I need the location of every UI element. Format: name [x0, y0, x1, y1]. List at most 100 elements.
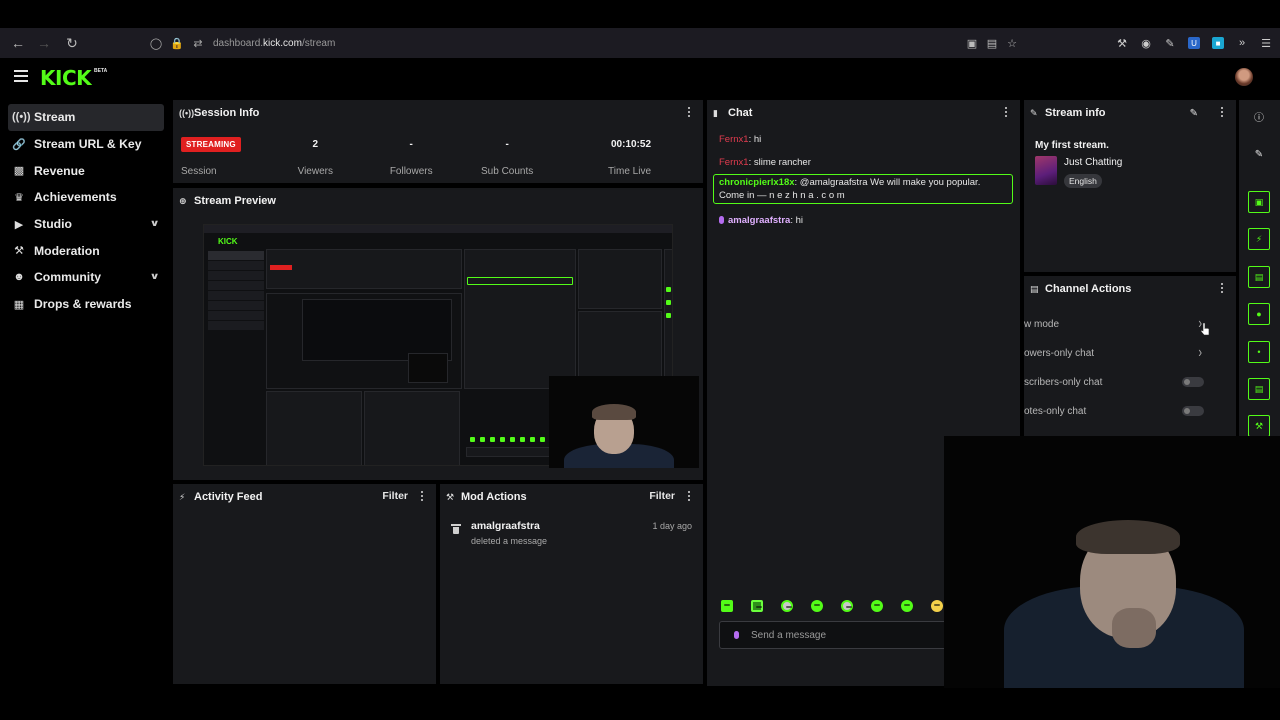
subscribers-only-toggle[interactable]: [1182, 377, 1204, 387]
people-icon: ☻: [13, 271, 25, 284]
chevron-down-icon[interactable]: ∨: [149, 271, 159, 282]
channel-action-label: scribers-only chat: [1024, 376, 1103, 388]
chat-message-highlighted: chronicpierlx18x: @amalgraafstra We will…: [713, 174, 1013, 204]
broadcast-icon: ((•)): [179, 108, 195, 118]
panel-title: Channel Actions: [1045, 283, 1132, 295]
emote-icon[interactable]: [811, 600, 823, 612]
avatar[interactable]: [1235, 68, 1253, 86]
more-options-icon[interactable]: [1005, 107, 1008, 117]
edit-pencil-icon[interactable]: ✎: [1190, 108, 1198, 119]
right-toolbar: ⓘ ✎ ▣ ⚡ ▤ ● • ▤ ⚒: [1239, 100, 1280, 437]
mod-action-user[interactable]: amalgraafstra: [471, 520, 547, 532]
channel-action-followers-only[interactable]: owers-only chat ›: [1024, 343, 1236, 363]
sidebar-item-stream[interactable]: ((•)) Stream: [8, 104, 164, 131]
chevron-down-icon[interactable]: ∨: [149, 218, 159, 229]
target-icon[interactable]: ▣: [1248, 191, 1270, 213]
sidebar-item-stream-url-key[interactable]: 🔗 Stream URL & Key: [8, 131, 164, 158]
microphone-icon: [734, 631, 739, 639]
emote-icon[interactable]: [931, 600, 943, 612]
menu-icon[interactable]: ☰: [1260, 37, 1272, 50]
tools-icon[interactable]: ⚒: [1116, 37, 1128, 50]
sidebar-item-achievements[interactable]: ♛ Achievements: [8, 184, 164, 211]
broadcast-icon[interactable]: •: [1248, 341, 1270, 363]
filter-button[interactable]: Filter: [649, 490, 675, 502]
panel-title: Activity Feed: [194, 491, 263, 503]
chat-username[interactable]: Fernx1: [719, 134, 749, 145]
emotes-only-toggle[interactable]: [1182, 406, 1204, 416]
forward-button[interactable]: →: [32, 31, 56, 55]
chat-bubble-icon: ▮: [713, 107, 718, 118]
info-icon[interactable]: ⓘ: [1248, 105, 1270, 127]
stat-value: 00:10:52: [610, 138, 652, 150]
session-stats: STREAMING Session 2 Viewers - Followers …: [181, 135, 695, 177]
channel-action-emotes-only[interactable]: otes-only chat: [1024, 401, 1236, 421]
stat-value: 2: [312, 138, 319, 150]
sidebar: ((•)) Stream 🔗 Stream URL & Key ▩ Revenue ♛…: [8, 104, 164, 318]
document-icon[interactable]: ▤: [1248, 266, 1270, 288]
emote-icon[interactable]: [721, 600, 733, 612]
sidebar-item-revenue[interactable]: ▩ Revenue: [8, 157, 164, 184]
lightning-icon[interactable]: ⚡: [1248, 228, 1270, 250]
sidebar-item-drops-rewards[interactable]: ▦ Drops & rewards: [8, 291, 164, 318]
emote-icon[interactable]: [841, 600, 853, 612]
chat-bubble-icon[interactable]: ●: [1248, 303, 1270, 325]
stream-category[interactable]: Just Chatting: [1064, 157, 1122, 168]
sidebar-item-label: Stream URL & Key: [34, 137, 142, 152]
panel-title: Session Info: [194, 107, 260, 119]
app-header: KICK BETA: [0, 58, 1280, 98]
stream-info-panel: ✎ Stream info ✎ My first stream. Just Ch…: [1024, 100, 1236, 272]
chat-text: : slime rancher: [748, 157, 811, 168]
panel-title: Stream info: [1045, 107, 1106, 119]
hamburger-menu-icon[interactable]: [14, 70, 28, 82]
more-options-icon[interactable]: [421, 491, 424, 501]
wrench-icon[interactable]: ⚒: [1248, 415, 1270, 437]
stat-label: Session: [181, 166, 217, 177]
preview-webcam: [549, 376, 699, 468]
lightning-icon: ⚡: [179, 491, 186, 502]
chevron-right-icon[interactable]: ›: [1198, 345, 1202, 362]
mod-action-time: 1 day ago: [652, 521, 692, 531]
account-icon[interactable]: ◉: [1140, 37, 1152, 50]
sidebar-item-moderation[interactable]: ⚒ Moderation: [8, 237, 164, 264]
channel-action-subscribers-only[interactable]: scribers-only chat: [1024, 372, 1236, 392]
extensions-icon[interactable]: ✎: [1164, 37, 1176, 50]
url-text[interactable]: dashboard.kick.com/stream: [213, 38, 335, 49]
bookmark-star-icon[interactable]: ☆: [1006, 37, 1018, 50]
kick-logo[interactable]: KICK: [40, 66, 92, 90]
extension-icon[interactable]: ■: [1212, 37, 1224, 49]
reload-button[interactable]: ↻: [60, 31, 84, 55]
sidebar-item-community[interactable]: ☻ Community ∨: [8, 264, 164, 291]
filter-button[interactable]: Filter: [382, 490, 408, 502]
chart-icon: ▩: [13, 165, 25, 178]
picture-in-picture-icon[interactable]: ▣: [966, 37, 978, 50]
emote-icon[interactable]: [901, 600, 913, 612]
emote-icon[interactable]: [871, 600, 883, 612]
sidebar-item-label: Achievements: [34, 190, 117, 205]
pencil-icon[interactable]: ✎: [1248, 143, 1270, 165]
crosshair-icon: ⊕: [179, 195, 187, 206]
more-options-icon[interactable]: [1221, 107, 1224, 117]
back-button[interactable]: ←: [6, 31, 30, 55]
chat-username[interactable]: Fernx1: [719, 157, 749, 168]
more-options-icon[interactable]: [688, 107, 691, 117]
channel-actions-panel: ▤ Channel Actions w mode › owers-only cha…: [1024, 276, 1236, 436]
sidebar-item-label: Community: [34, 270, 102, 285]
beta-badge: BETA: [94, 68, 108, 74]
reader-icon[interactable]: ▤: [986, 37, 998, 50]
chat-username[interactable]: amalgraafstra: [728, 215, 790, 226]
emote-icon[interactable]: [751, 600, 763, 612]
layout-icon[interactable]: ▤: [1248, 378, 1270, 400]
ublock-icon[interactable]: U: [1188, 37, 1200, 49]
more-options-icon[interactable]: [688, 491, 691, 501]
panel-header: ⚒ Mod Actions Filter: [440, 484, 703, 510]
chat-username[interactable]: chronicpierlx18x: [719, 177, 795, 188]
emote-icon[interactable]: [781, 600, 793, 612]
hammer-icon: ⚒: [14, 245, 24, 258]
more-options-icon[interactable]: [1221, 283, 1224, 293]
address-bar[interactable]: ◯ 🔒 ⇄ dashboard.kick.com/stream: [150, 28, 335, 58]
panel-title: Chat: [728, 107, 753, 119]
channel-action-label: w mode: [1024, 318, 1060, 330]
trash-icon: [451, 524, 461, 534]
sidebar-item-studio[interactable]: ▶ Studio ∨: [8, 211, 164, 238]
overflow-icon[interactable]: »: [1236, 37, 1248, 49]
